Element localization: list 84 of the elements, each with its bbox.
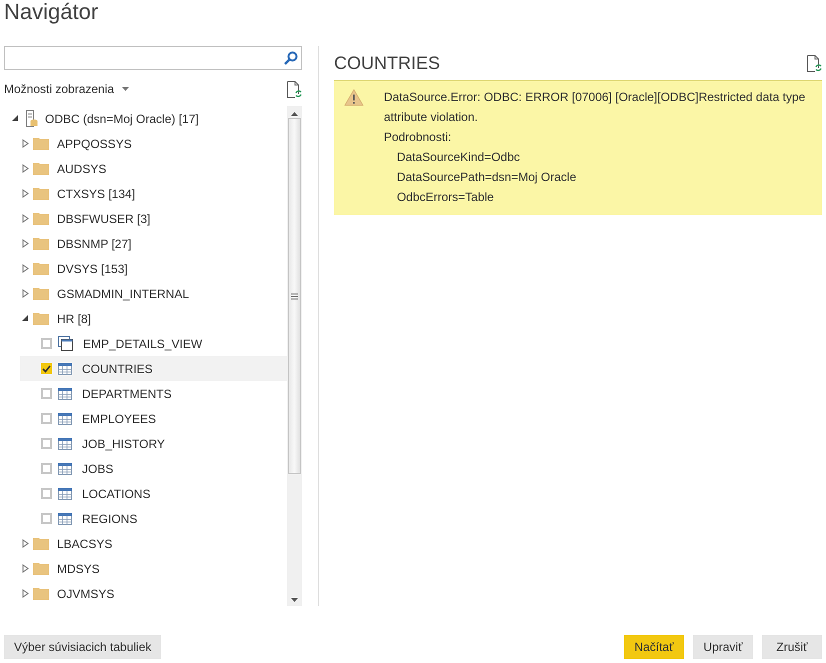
search-icon[interactable]	[284, 51, 298, 65]
tree-item[interactable]: LOCATIONS	[82, 486, 150, 500]
warning-icon	[344, 87, 364, 108]
expand-arrow-icon[interactable]	[22, 164, 29, 173]
tree-item[interactable]: AUDSYS	[57, 162, 106, 176]
error-detail: DataSourceKind=Odbc	[396, 149, 521, 166]
tree-item[interactable]: JOBS	[82, 462, 114, 476]
checkbox[interactable]	[41, 363, 52, 374]
expand-arrow-icon[interactable]	[22, 189, 29, 198]
expand-arrow-icon[interactable]	[22, 214, 29, 223]
view-icon	[58, 336, 73, 351]
tree-item[interactable]: EMPLOYEES	[82, 412, 156, 426]
folder-icon	[33, 587, 49, 600]
folder-icon	[33, 287, 49, 300]
tree-item[interactable]: APPQOSSYS	[57, 136, 132, 150]
table-icon	[58, 488, 72, 500]
tree-item[interactable]: COUNTRIES	[82, 362, 153, 376]
checkbox[interactable]	[41, 413, 52, 424]
error-detail: DataSourcePath=dsn=Moj Oracle	[396, 169, 578, 186]
folder-icon	[33, 537, 49, 550]
table-icon	[58, 388, 72, 400]
error-message: DataSource.Error: ODBC: ERROR [07006] [Oracle][ODBC]Restricted data type attribute violation.	[384, 89, 806, 126]
folder-icon	[33, 137, 49, 150]
checkbox[interactable]	[41, 488, 52, 499]
tree-item[interactable]: DEPARTMENTS	[82, 386, 172, 400]
table-icon	[58, 438, 72, 450]
expand-arrow-icon[interactable]	[22, 564, 29, 573]
expand-arrow-icon[interactable]	[22, 539, 29, 548]
checkbox[interactable]	[41, 463, 52, 474]
scrollbar[interactable]	[287, 106, 302, 606]
folder-icon	[33, 562, 49, 575]
scroll-up-icon[interactable]	[291, 112, 298, 116]
folder-icon	[33, 312, 49, 325]
tree-item[interactable]: LBACSYS	[57, 536, 112, 550]
checkbox[interactable]	[41, 438, 52, 449]
expand-arrow-icon[interactable]	[22, 264, 29, 273]
tree-item[interactable]: REGIONS	[82, 512, 138, 526]
checkbox[interactable]	[41, 513, 52, 524]
tree-item[interactable]: ODBC (dsn=Moj Oracle) [17]	[45, 112, 199, 126]
tree-item[interactable]: DBSFWUSER [3]	[57, 212, 150, 226]
view-options-dropdown[interactable]: Možnosti zobrazenia	[4, 82, 130, 96]
checkbox[interactable]	[41, 388, 52, 399]
grip-icon	[291, 292, 298, 300]
select-related-tables-button[interactable]: Výber súvisiacich tabuliek	[4, 635, 162, 659]
tree-item[interactable]: GSMADMIN_INTERNAL	[57, 286, 190, 300]
table-icon	[58, 462, 72, 474]
details-label: Podrobnosti:	[384, 129, 452, 146]
selected-row[interactable]: COUNTRIES	[20, 356, 287, 381]
folder-icon	[33, 162, 49, 175]
table-icon	[58, 412, 72, 424]
tree-item[interactable]: OJVMSYS	[57, 586, 114, 600]
tree-item[interactable]: MDSYS	[57, 562, 100, 576]
table-icon	[58, 512, 72, 524]
folder-icon	[33, 262, 49, 275]
refresh-document-icon[interactable]	[807, 54, 822, 72]
folder-icon	[33, 237, 49, 250]
preview-title: COUNTRIES	[334, 52, 440, 74]
scroll-down-icon[interactable]	[291, 598, 298, 602]
expand-arrow-icon[interactable]	[22, 289, 29, 298]
dialog-button[interactable]: Zrušiť	[762, 635, 822, 659]
caret-icon	[122, 87, 130, 91]
tree-item[interactable]: CTXSYS [134]	[57, 186, 136, 200]
window-title: Navigátor	[3, 0, 100, 26]
refresh-document-icon[interactable]	[287, 80, 302, 98]
collapse-arrow-icon[interactable]	[12, 114, 19, 123]
dialog-button[interactable]: Upraviť	[693, 635, 753, 659]
tree-item[interactable]: JOB_HISTORY	[82, 436, 165, 450]
folder-icon	[33, 187, 49, 200]
scrollbar-thumb[interactable]	[288, 118, 301, 474]
tree-item[interactable]: DVSYS [153]	[57, 262, 128, 276]
expand-arrow-icon[interactable]	[22, 239, 29, 248]
folder-icon	[33, 212, 49, 225]
tree-item[interactable]: HR [8]	[57, 312, 92, 326]
tree-item[interactable]: DBSNMP [27]	[57, 236, 132, 250]
search-field[interactable]	[4, 46, 302, 70]
checkbox[interactable]	[41, 338, 52, 349]
database-icon	[26, 110, 38, 127]
error-detail: OdbcErrors=Table	[396, 189, 495, 206]
expand-arrow-icon[interactable]	[22, 139, 29, 148]
table-icon	[58, 362, 72, 374]
tree-item[interactable]: EMP_DETAILS_VIEW	[83, 336, 202, 350]
expand-arrow-icon[interactable]	[22, 589, 29, 598]
collapse-arrow-icon[interactable]	[22, 314, 29, 323]
primary-button[interactable]: Načítať	[624, 635, 684, 659]
